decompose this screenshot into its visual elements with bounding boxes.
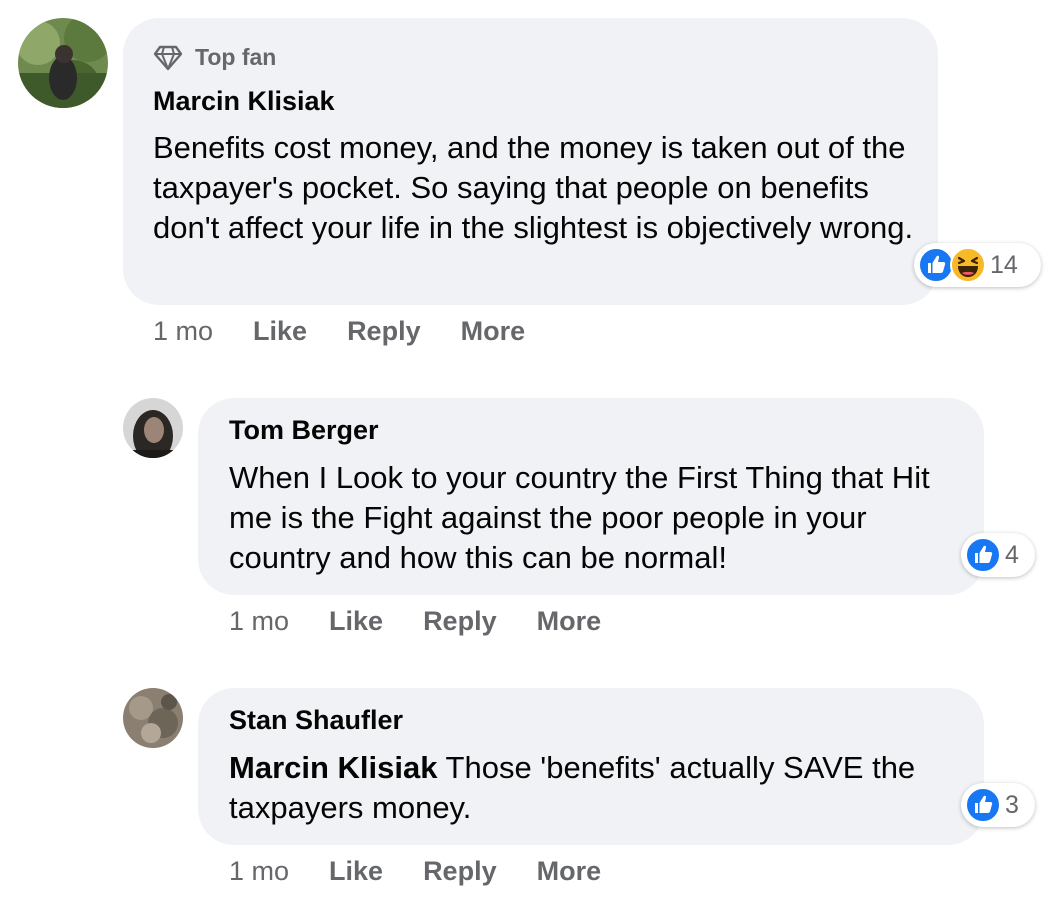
- like-button[interactable]: Like: [253, 316, 307, 347]
- avatar[interactable]: [18, 18, 108, 108]
- reply-button[interactable]: Reply: [423, 606, 497, 637]
- comment-author[interactable]: Stan Shaufler: [229, 705, 403, 736]
- like-icon: [965, 787, 1001, 823]
- avatar[interactable]: [123, 398, 183, 458]
- comment-text: Benefits cost money, and the money is ta…: [153, 130, 914, 245]
- like-button[interactable]: Like: [329, 606, 383, 637]
- like-button[interactable]: Like: [329, 856, 383, 887]
- comment-text: When I Look to your country the First Th…: [229, 460, 930, 575]
- more-button[interactable]: More: [537, 606, 602, 637]
- comment-timestamp[interactable]: 1 mo: [229, 606, 289, 637]
- comment-actions: 1 mo Like Reply More: [229, 606, 641, 637]
- mention-link[interactable]: Marcin Klisiak: [229, 750, 437, 785]
- like-icon: [918, 247, 954, 283]
- comment-author[interactable]: Tom Berger: [229, 415, 379, 446]
- more-button[interactable]: More: [461, 316, 526, 347]
- reaction-summary[interactable]: 4: [961, 533, 1035, 577]
- reaction-count: 3: [1005, 790, 1019, 819]
- like-icon: [965, 537, 1001, 573]
- haha-icon: [950, 247, 986, 283]
- badge-label: Top fan: [195, 44, 277, 70]
- more-button[interactable]: More: [537, 856, 602, 887]
- comment-actions: 1 mo Like Reply More: [229, 856, 641, 887]
- reaction-count: 4: [1005, 540, 1019, 569]
- reaction-summary[interactable]: 3: [961, 783, 1035, 827]
- reaction-summary[interactable]: 14: [914, 243, 1041, 287]
- comment-actions: 1 mo Like Reply More: [153, 316, 565, 347]
- comment-author[interactable]: Marcin Klisiak: [153, 86, 335, 117]
- comment-text: Marcin Klisiak Those 'benefits' actually…: [229, 748, 969, 828]
- comment-timestamp[interactable]: 1 mo: [153, 316, 213, 347]
- top-fan-badge: Top fan: [153, 44, 276, 71]
- reaction-count: 14: [990, 250, 1018, 279]
- avatar[interactable]: [123, 688, 183, 748]
- reply-button[interactable]: Reply: [423, 856, 497, 887]
- reply-button[interactable]: Reply: [347, 316, 421, 347]
- diamond-icon: [153, 45, 183, 70]
- comment-timestamp[interactable]: 1 mo: [229, 856, 289, 887]
